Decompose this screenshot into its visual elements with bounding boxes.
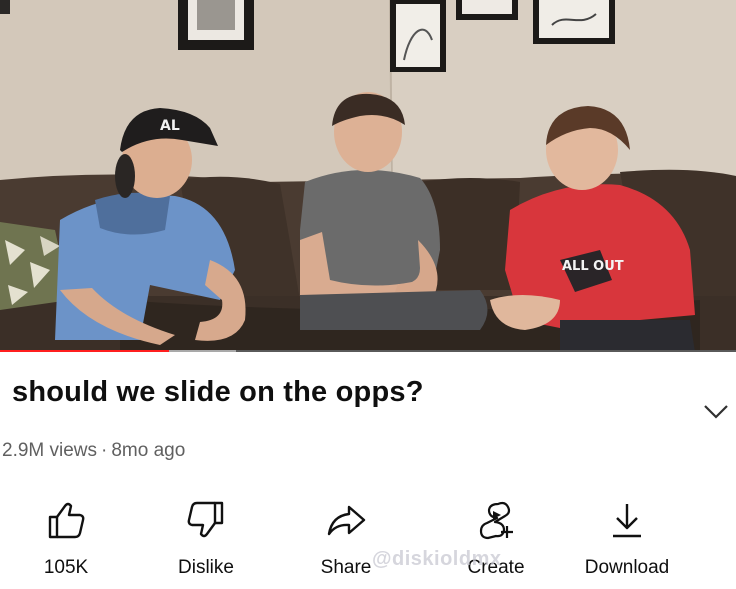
thumbs-up-icon [48, 502, 85, 539]
progress-buffered [169, 350, 236, 352]
download-button[interactable]: Download [567, 496, 687, 588]
chevron-down-icon [704, 405, 728, 419]
video-metadata: 2.9M views · 8mo ago [2, 440, 185, 462]
progress-bar[interactable] [0, 350, 736, 352]
like-count: 105K [43, 557, 89, 578]
dislike-label: Dislike [178, 557, 234, 578]
video-title: should we slide on the opps? [12, 376, 424, 408]
thumbs-down-icon [187, 501, 224, 538]
cap-logo-text: AL [160, 118, 180, 134]
create-shorts-icon [479, 501, 513, 540]
video-frame: AL ALL OUT [0, 0, 736, 352]
share-button[interactable]: Share [286, 496, 406, 588]
upload-age: 8mo ago [111, 440, 186, 461]
progress-played [0, 350, 170, 352]
shirt-logo-text: ALL OUT [562, 259, 624, 274]
dislike-button[interactable]: Dislike [146, 496, 266, 588]
expand-description-button[interactable] [703, 402, 729, 420]
watermark-text: @diskioldmx [372, 548, 502, 570]
view-count: 2.9M views [2, 440, 98, 461]
create-button[interactable]: Create [436, 496, 556, 588]
meta-separator: · [101, 440, 108, 461]
share-label: Share [320, 557, 372, 578]
action-bar: 105K Dislike Share Create Download [0, 496, 736, 589]
download-icon [613, 504, 641, 538]
share-arrow-icon [327, 505, 366, 536]
like-button[interactable]: 105K [6, 496, 126, 588]
video-player[interactable]: AL ALL OUT [0, 0, 736, 352]
download-label: Download [584, 557, 670, 578]
